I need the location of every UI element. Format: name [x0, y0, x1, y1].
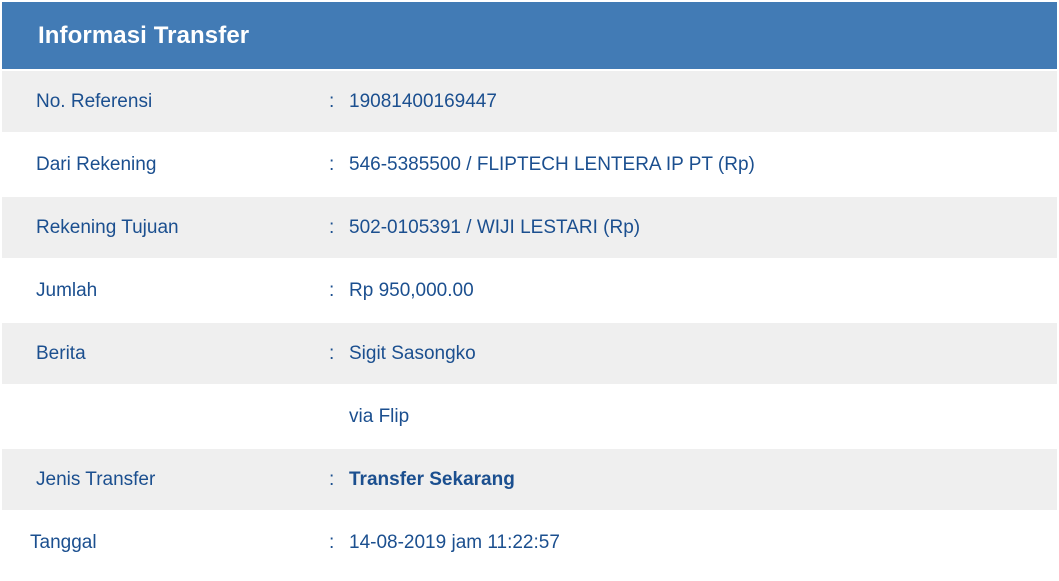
- panel-header: Informasi Transfer: [2, 2, 1057, 69]
- separator: :: [329, 531, 335, 553]
- transfer-info-panel: Informasi Transfer No. Referensi : 19081…: [2, 2, 1057, 579]
- transfer-type-label: Jenis Transfer: [36, 468, 156, 490]
- date-value: 14-08-2019 jam 11:22:57: [349, 531, 560, 553]
- separator: :: [329, 342, 335, 364]
- date-label: Tanggal: [30, 531, 97, 553]
- panel-title: Informasi Transfer: [38, 21, 250, 49]
- reference-number-label: No. Referensi: [36, 90, 153, 112]
- separator: :: [329, 90, 335, 112]
- row-message: Berita : Sigit Sasongko: [2, 323, 1057, 384]
- destination-account-value: 502-0105391 / WIJI LESTARI (Rp): [349, 216, 641, 238]
- message-continued-value: via Flip: [349, 405, 410, 427]
- separator: :: [329, 279, 335, 301]
- source-account-value: 546-5385500 / FLIPTECH LENTERA IP PT (Rp…: [349, 153, 755, 175]
- destination-account-label: Rekening Tujuan: [36, 216, 179, 238]
- amount-label: Jumlah: [36, 279, 98, 301]
- row-amount: Jumlah : Rp 950,000.00: [2, 260, 1057, 321]
- separator: :: [329, 153, 335, 175]
- row-date: Tanggal : 14-08-2019 jam 11:22:57: [2, 512, 1057, 573]
- reference-number-value: 19081400169447: [349, 90, 497, 112]
- separator: :: [329, 216, 335, 238]
- transfer-details-table: No. Referensi : 19081400169447 Dari Reke…: [2, 71, 1057, 573]
- amount-value: Rp 950,000.00: [349, 279, 474, 301]
- message-value: Sigit Sasongko: [349, 342, 476, 364]
- row-transfer-type: Jenis Transfer : Transfer Sekarang: [2, 449, 1057, 510]
- row-source-account: Dari Rekening : 546-5385500 / FLIPTECH L…: [2, 134, 1057, 195]
- row-destination-account: Rekening Tujuan : 502-0105391 / WIJI LES…: [2, 197, 1057, 258]
- row-message-continued: via Flip: [2, 386, 1057, 447]
- source-account-label: Dari Rekening: [36, 153, 157, 175]
- message-label: Berita: [36, 342, 86, 364]
- transfer-type-value: Transfer Sekarang: [349, 468, 515, 490]
- row-reference-number: No. Referensi : 19081400169447: [2, 71, 1057, 132]
- separator: :: [329, 468, 335, 490]
